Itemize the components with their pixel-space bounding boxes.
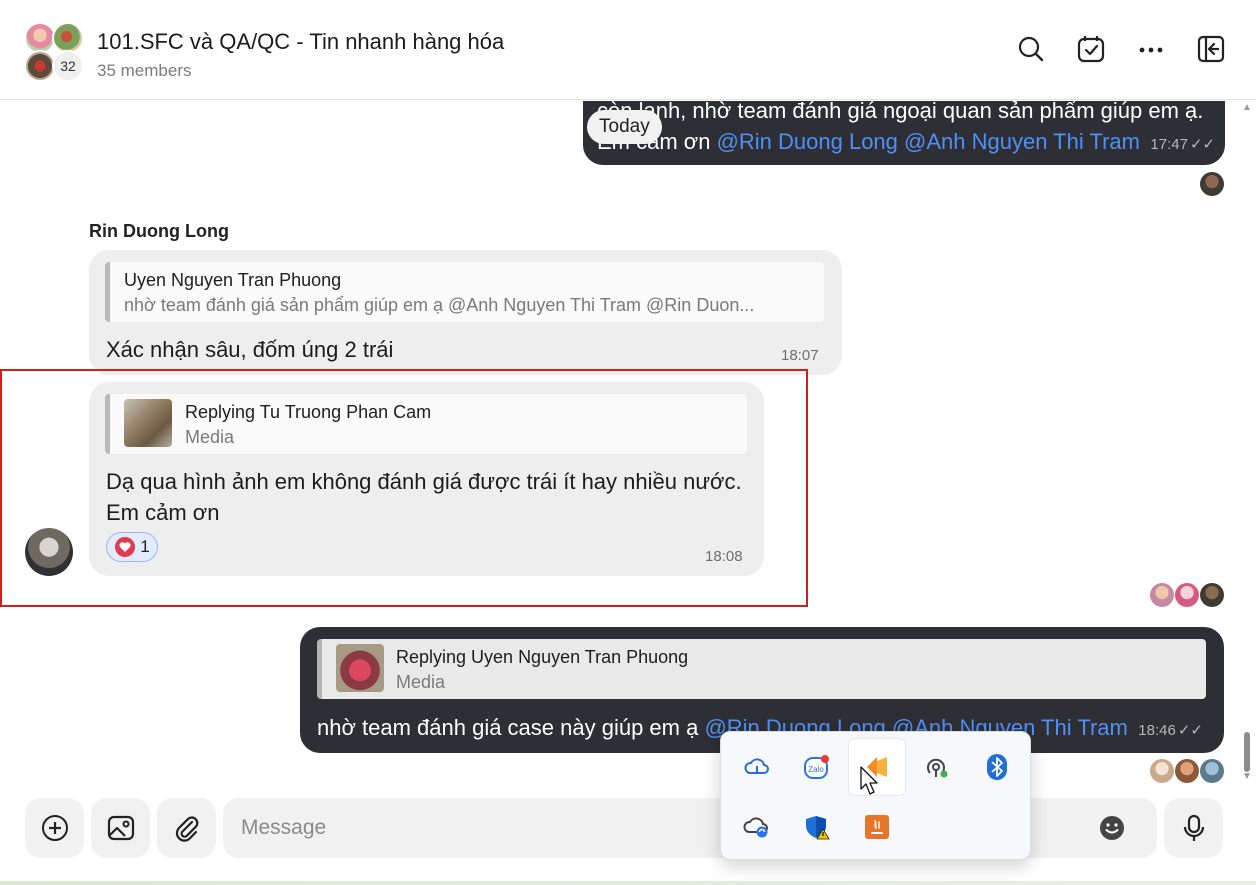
- quote-text: Media: [396, 672, 446, 692]
- seen-avatar[interactable]: [1150, 759, 1174, 783]
- voice-button[interactable]: [1164, 798, 1223, 858]
- message-line: Em cảm ơn @Rin Duong Long @Anh Nguyen Th…: [597, 126, 1215, 157]
- scroll-up-icon[interactable]: ▲: [1242, 102, 1252, 113]
- tray-item-zalo[interactable]: Zalo: [789, 739, 845, 795]
- scroll-thumb[interactable]: [1244, 732, 1250, 772]
- calendar-check-icon: [1077, 36, 1105, 63]
- message-text: còn lạnh, nhờ team đánh giá ngoại quan s…: [597, 101, 1204, 123]
- seen-avatar[interactable]: [1175, 759, 1199, 783]
- read-check-icon: ✓✓: [1189, 136, 1216, 153]
- tray-item-security[interactable]: [789, 799, 845, 855]
- member-count[interactable]: 35 members: [97, 61, 191, 81]
- message-text: nhờ team đánh giá case này giúp em ạ: [317, 715, 705, 740]
- window-bottom-border: [0, 881, 1256, 885]
- chat-scrollbar[interactable]: ▲ ▼: [1242, 102, 1252, 782]
- zalo-icon: Zalo: [804, 755, 829, 779]
- seen-avatar[interactable]: [1200, 759, 1224, 783]
- plus-circle-icon: [41, 815, 68, 841]
- emoji-icon: [1100, 816, 1124, 840]
- tray-item-java[interactable]: [849, 799, 905, 855]
- emoji-button[interactable]: [1098, 814, 1126, 842]
- date-separator: Today: [587, 110, 662, 144]
- windows-security-icon: [806, 816, 830, 840]
- member-count-badge: 32: [52, 50, 84, 82]
- more-options-button[interactable]: [1135, 33, 1167, 65]
- panel-collapse-icon: [1197, 35, 1225, 63]
- message-bubble-outgoing[interactable]: còn lạnh, nhờ team đánh giá ngoại quan s…: [583, 101, 1225, 165]
- search-icon: [1018, 36, 1044, 62]
- onedrive-icon: [744, 758, 769, 774]
- reply-quote[interactable]: Replying Uyen Nguyen Tran Phuong Media: [317, 639, 1206, 699]
- mention-link[interactable]: @Rin Duong Long: [717, 129, 898, 154]
- image-button[interactable]: [91, 798, 150, 858]
- reply-quote[interactable]: Uyen Nguyen Tran Phuong nhờ team đánh gi…: [105, 262, 824, 322]
- seen-avatar[interactable]: [1175, 583, 1199, 607]
- microphone-icon: [1183, 814, 1204, 841]
- message-bubble-incoming[interactable]: Uyen Nguyen Tran Phuong nhờ team đánh gi…: [89, 250, 842, 375]
- seen-avatar[interactable]: [1150, 583, 1174, 607]
- message-time: 18:07: [781, 347, 819, 364]
- chat-window: 32 101.SFC và QA/QC - Tin nhanh hàng hóa…: [0, 0, 1256, 885]
- sender-name[interactable]: Rin Duong Long: [89, 221, 229, 242]
- svg-text:Zalo: Zalo: [808, 765, 824, 774]
- add-button[interactable]: [25, 798, 84, 858]
- bluetooth-icon: [987, 754, 1007, 780]
- attach-button[interactable]: [157, 798, 216, 858]
- group-avatar[interactable]: 32: [24, 22, 86, 82]
- quote-author: Replying Uyen Nguyen Tran Phuong: [396, 647, 689, 667]
- chat-header: 32 101.SFC và QA/QC - Tin nhanh hàng hóa…: [0, 0, 1256, 100]
- message-time: 17:47: [1150, 136, 1188, 153]
- message-composer: [0, 795, 1256, 885]
- toggle-panel-button[interactable]: [1195, 33, 1227, 65]
- tray-item-onedrive[interactable]: [729, 739, 785, 795]
- mention-link[interactable]: @Anh Nguyen Thi Tram: [904, 129, 1140, 154]
- message-text: Xác nhận sâu, đốm úng 2 trái: [106, 337, 394, 362]
- more-icon: [1139, 47, 1163, 53]
- seen-avatar[interactable]: [1200, 583, 1224, 607]
- quote-author: Uyen Nguyen Tran Phuong: [124, 270, 342, 290]
- onedrive-sync-icon: [743, 817, 768, 838]
- message-list[interactable]: còn lạnh, nhờ team đánh giá ngoại quan s…: [0, 101, 1256, 795]
- scroll-down-icon[interactable]: ▼: [1242, 771, 1252, 782]
- java-icon: [865, 815, 889, 839]
- paperclip-icon: [175, 816, 198, 842]
- seen-avatar[interactable]: [1200, 172, 1224, 196]
- search-button[interactable]: [1015, 33, 1047, 65]
- tray-item-bluetooth[interactable]: [969, 739, 1025, 795]
- highlight-annotation: [0, 369, 808, 607]
- tasks-button[interactable]: [1075, 33, 1107, 65]
- media-thumbnail: [336, 644, 384, 692]
- mouse-pointer-icon: [860, 766, 880, 801]
- tray-item-hotspot[interactable]: [909, 739, 965, 795]
- quote-text: nhờ team đánh giá sản phẩm giúp em ạ @An…: [124, 295, 755, 315]
- read-check-icon: ✓✓: [1177, 722, 1203, 739]
- tray-item-onedrive-sync[interactable]: [729, 799, 785, 855]
- image-icon: [107, 815, 134, 841]
- hotspot-icon: [927, 758, 948, 778]
- group-title[interactable]: 101.SFC và QA/QC - Tin nhanh hàng hóa: [97, 29, 504, 55]
- message-time: 18:46: [1138, 722, 1176, 739]
